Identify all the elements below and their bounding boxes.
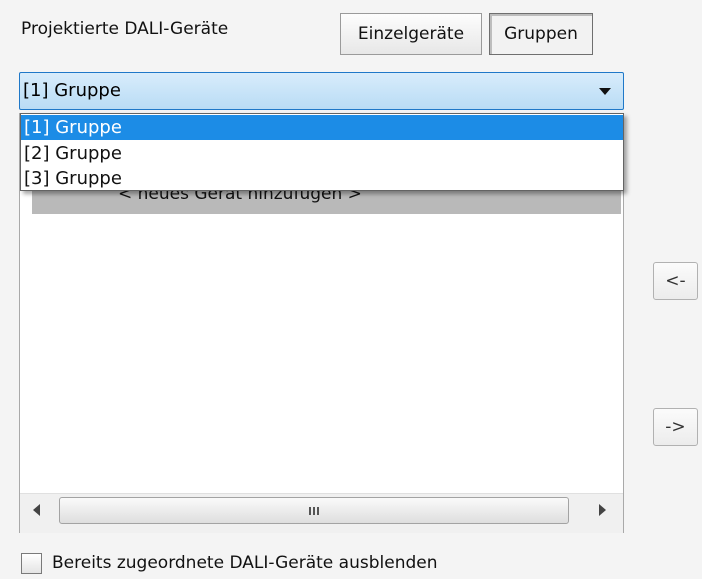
horizontal-scrollbar[interactable] [20, 493, 623, 533]
dropdown-option-group-1[interactable]: [1] Gruppe [21, 115, 623, 140]
new-device-label: < neues Gerät hinzufügen > [118, 190, 362, 204]
move-left-button[interactable]: <- [653, 262, 698, 300]
grip-icon [309, 507, 311, 515]
scroll-right-arrow-icon[interactable] [599, 504, 606, 516]
dropdown-option-group-3[interactable]: [3] Gruppe [21, 166, 623, 191]
hide-assigned-checkbox[interactable] [21, 552, 42, 574]
list-item-new-device[interactable]: < neues Gerät hinzufügen > [32, 190, 621, 214]
dropdown-option-group-2[interactable]: [2] Gruppe [21, 141, 623, 166]
tab-einzelgeraete[interactable]: Einzelgeräte [340, 13, 482, 55]
group-dropdown-list: [1] Gruppe [2] Gruppe [3] Gruppe [20, 113, 624, 191]
section-title: Projektierte DALI-Geräte [21, 19, 229, 39]
move-right-button[interactable]: -> [653, 408, 698, 446]
hide-assigned-row: Bereits zugeordnete DALI-Geräte ausblend… [21, 551, 438, 575]
hide-assigned-label[interactable]: Bereits zugeordnete DALI-Geräte ausblend… [52, 553, 438, 573]
group-select[interactable]: [1] Gruppe [19, 72, 624, 110]
scroll-left-arrow-icon[interactable] [33, 504, 40, 516]
scrollbar-thumb[interactable] [59, 497, 569, 524]
group-select-value: [1] Gruppe [23, 80, 121, 101]
tab-gruppen[interactable]: Gruppen [489, 13, 593, 55]
dali-device-panel: Projektierte DALI-Geräte Einzelgeräte Gr… [0, 0, 702, 579]
chevron-down-icon[interactable] [599, 88, 611, 95]
